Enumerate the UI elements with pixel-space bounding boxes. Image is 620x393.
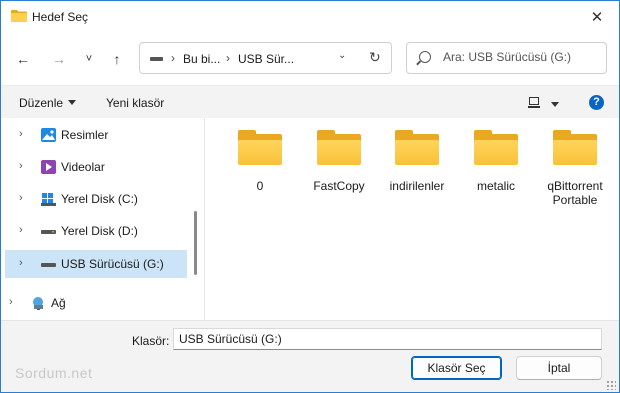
- search-box[interactable]: [406, 42, 607, 74]
- close-icon: ✕: [590, 8, 604, 26]
- forward-button[interactable]: →: [47, 48, 71, 70]
- new-folder-button[interactable]: Yeni klasör: [106, 96, 164, 110]
- pictures-icon: [41, 128, 56, 142]
- caret-down-icon: [68, 100, 77, 105]
- folder-field[interactable]: [173, 328, 602, 350]
- folder-icon: [317, 130, 361, 166]
- folder-icon: [11, 10, 27, 22]
- tree-item-pictures[interactable]: › Resimler: [5, 121, 187, 149]
- folder-item[interactable]: 0: [220, 130, 300, 193]
- tree-item-videos[interactable]: › Videolar: [5, 153, 187, 181]
- drive-icon: [41, 230, 56, 234]
- up-button[interactable]: ↑: [105, 48, 129, 70]
- breadcrumb-separator: ›: [171, 51, 175, 65]
- folder-name: metalic: [476, 179, 515, 193]
- tree-item-usb-drive[interactable]: › USB Sürücüsü (G:): [5, 250, 187, 278]
- window-title: Hedef Seç: [32, 10, 89, 24]
- videos-icon: [41, 160, 56, 174]
- help-icon[interactable]: ?: [589, 95, 604, 110]
- network-icon: [33, 297, 43, 310]
- chevron-right-icon[interactable]: ›: [19, 160, 23, 172]
- back-button[interactable]: ←: [11, 48, 35, 70]
- address-bar[interactable]: › Bu bi... › USB Sür... ⌄ ↻: [139, 42, 392, 74]
- cancel-button[interactable]: İptal: [516, 356, 602, 380]
- folder-icon: [238, 130, 282, 166]
- tree-item-local-disk-c[interactable]: › Yerel Disk (C:): [5, 185, 187, 213]
- chevron-right-icon[interactable]: ›: [19, 192, 23, 204]
- tree-item-network[interactable]: › Ağ: [1, 289, 177, 317]
- tree-item-label: Yerel Disk (D:): [61, 224, 138, 238]
- search-input[interactable]: [443, 50, 603, 64]
- select-folder-button[interactable]: Klasör Seç: [411, 356, 502, 380]
- breadcrumb-separator: ›: [226, 51, 230, 65]
- resize-grip[interactable]: [606, 380, 616, 390]
- close-button[interactable]: ✕: [575, 1, 619, 32]
- folder-name: qBittorrent Portable: [547, 179, 603, 207]
- breadcrumb-this-pc[interactable]: Bu bi...: [183, 52, 220, 66]
- breadcrumb-usb-drive[interactable]: USB Sür...: [238, 52, 294, 66]
- view-options-icon[interactable]: [528, 97, 540, 108]
- folder-label: Klasör:: [132, 334, 170, 348]
- chevron-right-icon[interactable]: ›: [19, 128, 23, 140]
- dialog-window: Hedef Seç ✕ ← → ˅ ↑ › Bu bi... › USB Sür…: [0, 0, 620, 393]
- folder-icon: [474, 130, 518, 166]
- folder-name: indirilenler: [389, 179, 445, 193]
- tree-item-label: USB Sürücüsü (G:): [61, 257, 164, 271]
- tree-item-label: Videolar: [61, 160, 105, 174]
- search-icon: [419, 51, 431, 63]
- folder-icon: [395, 130, 439, 166]
- organize-label: Düzenle: [19, 96, 64, 110]
- chevron-right-icon[interactable]: ›: [19, 257, 23, 269]
- refresh-icon[interactable]: ↻: [369, 49, 381, 66]
- command-bar: Düzenle Yeni klasör ?: [1, 85, 619, 119]
- folder-name: 0: [256, 179, 264, 193]
- organize-button[interactable]: Düzenle: [19, 96, 77, 110]
- chevron-right-icon[interactable]: ›: [19, 224, 23, 236]
- folder-item[interactable]: qBittorrent Portable: [535, 130, 615, 207]
- arrow-left-icon: ←: [16, 51, 30, 67]
- chevron-right-icon[interactable]: ›: [9, 296, 13, 308]
- tree-item-label: Resimler: [61, 128, 109, 142]
- folder-item[interactable]: indirilenler: [377, 130, 457, 193]
- arrow-right-icon: →: [52, 51, 66, 67]
- folder-name: FastCopy: [313, 179, 365, 193]
- tree-item-local-disk-d[interactable]: › Yerel Disk (D:): [5, 217, 187, 245]
- arrow-up-icon: ↑: [113, 51, 121, 67]
- title-bar[interactable]: Hedef Seç ✕: [1, 1, 619, 32]
- chevron-down-icon[interactable]: ⌄: [338, 50, 346, 61]
- navigation-scrollbar[interactable]: [194, 211, 197, 275]
- file-list: 0 FastCopy indirilenler metalic qBittorr…: [205, 118, 619, 320]
- drive-icon: [150, 57, 163, 61]
- recent-locations-button[interactable]: ˅: [77, 48, 101, 70]
- folder-item[interactable]: metalic: [456, 130, 536, 193]
- navigation-pane: › Resimler › Videolar › Yerel Disk (C:) …: [1, 118, 204, 320]
- tree-item-label: Yerel Disk (C:): [61, 192, 138, 206]
- chevron-down-icon: ˅: [85, 53, 93, 65]
- folder-icon: [553, 130, 597, 166]
- tree-item-label: Ağ: [51, 296, 66, 310]
- usb-drive-icon: [41, 263, 56, 267]
- caret-down-icon[interactable]: [551, 102, 559, 107]
- windows-drive-icon: [41, 193, 56, 206]
- watermark: Sordum.net: [15, 365, 93, 381]
- dialog-footer: Sordum.net Klasör: Klasör Seç İptal: [1, 320, 619, 392]
- folder-item[interactable]: FastCopy: [299, 130, 379, 193]
